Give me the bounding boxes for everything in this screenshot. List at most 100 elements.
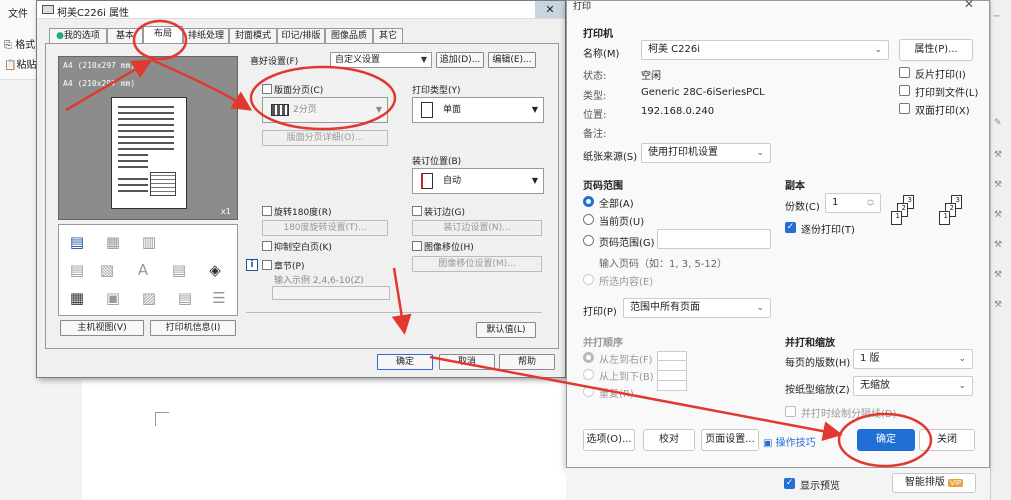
order-repeat-radio[interactable] — [583, 386, 594, 397]
note-label: 备注: — [583, 129, 607, 140]
duplex-checkbox[interactable] — [899, 103, 910, 114]
rotate-checkbox[interactable] — [262, 206, 272, 216]
tool-icon[interactable]: ⚒ — [994, 300, 1008, 310]
stepper-icon[interactable]: ︿ ﹀ — [867, 195, 874, 211]
tool-icon[interactable]: ⚒ — [994, 240, 1008, 250]
binding-settings-button[interactable]: 装订边设置(N)... — [412, 220, 542, 236]
close-icon[interactable]: ✕ — [535, 1, 565, 18]
range-pages-radio[interactable] — [583, 235, 594, 246]
layout-select[interactable]: 2分页 ▼ — [262, 97, 388, 123]
close-icon[interactable]: ✕ — [964, 0, 974, 11]
printer-info-button[interactable]: 打印机信息(I) — [150, 320, 236, 336]
properties-button[interactable]: 属性(P)... — [899, 39, 973, 61]
order-tb-radio[interactable] — [583, 369, 594, 380]
tab-layout[interactable]: 布局 — [143, 26, 183, 44]
chapter-checkbox[interactable] — [262, 260, 272, 270]
paper-source-select[interactable]: 使用打印机设置 ⌄ — [641, 143, 771, 163]
doc-send-icon[interactable]: ▤ — [65, 231, 89, 253]
text-doc-icon[interactable]: A — [131, 259, 155, 281]
image-shift-checkbox[interactable] — [412, 241, 422, 251]
copy-doc-icon[interactable]: ▥ — [137, 231, 161, 253]
doc-icon[interactable]: ▧ — [95, 259, 119, 281]
tab-stamp[interactable]: 印记/排版 — [277, 28, 325, 43]
host-view-button[interactable]: 主机视图(V) — [60, 320, 144, 336]
tool-icon[interactable]: ⚒ — [994, 180, 1008, 190]
doc-icon[interactable]: ▤ — [173, 287, 197, 309]
cancel-button[interactable]: 取消 — [439, 354, 495, 370]
stamp-icon[interactable]: ▣ — [101, 287, 125, 309]
wrench-icon[interactable]: ⚒ — [994, 150, 1008, 160]
proof-button[interactable]: 校对 — [643, 429, 695, 451]
range-selection-radio[interactable] — [583, 274, 594, 285]
options-button[interactable]: 选项(O)... — [583, 429, 635, 451]
pages-per-sheet-select[interactable]: 1 版 ⌄ — [853, 349, 973, 369]
smart-layout-button[interactable]: 智能排版 VIP — [892, 473, 976, 493]
print-close-button[interactable]: 关闭 — [919, 429, 975, 451]
tab-paper-handling[interactable]: 排纸处理 — [183, 28, 229, 43]
chevron-down-icon: ▼ — [531, 176, 538, 185]
stapled-doc-icon[interactable]: ◈ — [203, 259, 227, 281]
image-shift-settings-button[interactable]: 图像移位设置(M)... — [412, 256, 542, 272]
scale-select[interactable]: 无缩放 ⌄ — [853, 376, 973, 396]
binding-select[interactable]: 自动 ▼ — [412, 168, 544, 194]
copies-input[interactable]: 1 ︿ ﹀ — [825, 193, 881, 213]
tab-cover-mode[interactable]: 封面模式 — [229, 28, 277, 43]
chapter-input[interactable] — [272, 286, 390, 300]
page-corner-mark — [155, 412, 169, 426]
collate-checkbox[interactable]: ✓ — [785, 222, 796, 233]
default-button[interactable]: 默认值(L) — [476, 322, 536, 338]
edit-button[interactable]: 编辑(E)... — [488, 52, 536, 68]
pen-icon[interactable]: ✎ — [994, 118, 1008, 128]
ok-button[interactable]: 确定 — [377, 354, 433, 370]
add-button[interactable]: 追加(D)... — [436, 52, 484, 68]
rotate-settings-button[interactable]: 180度旋转设置(T)... — [262, 220, 388, 236]
order-lr-radio[interactable] — [583, 352, 594, 363]
tab-other[interactable]: 其它 — [373, 28, 403, 43]
layer-icon[interactable]: ▨ — [137, 287, 161, 309]
page-setup-button[interactable]: 页面设置... — [701, 429, 759, 451]
page-range-input[interactable] — [657, 229, 771, 249]
print-ok-button[interactable]: 确定 — [857, 429, 915, 451]
ribbon-format[interactable]: ⎘ 格式 — [4, 36, 35, 51]
doc-icon[interactable]: ▤ — [65, 259, 89, 281]
suppress-blank-checkbox[interactable] — [262, 241, 272, 251]
reverse-print-checkbox[interactable] — [899, 67, 910, 78]
layout-checkbox[interactable] — [262, 84, 272, 94]
doc-icon[interactable]: ▦ — [101, 231, 125, 253]
tab-image-quality[interactable]: 图像品质 — [325, 28, 373, 43]
print-to-file-checkbox[interactable] — [899, 85, 910, 96]
doc-icon[interactable]: ▤ — [167, 259, 191, 281]
favorites-select[interactable]: 自定义设置 ▼ — [330, 52, 432, 68]
menu-file[interactable]: 文件 — [8, 5, 28, 20]
ribbon-paste[interactable]: 📋粘贴 — [4, 56, 36, 71]
printer-name-select[interactable]: 柯美 C226i ⌄ — [641, 40, 889, 60]
layout-detail-button[interactable]: 版面分页详细(O)... — [262, 130, 388, 146]
draw-separator-checkbox[interactable] — [785, 406, 796, 417]
page-range-hint: 输入页码（如：1, 3, 5-12） — [599, 259, 728, 270]
range-all-radio[interactable] — [583, 196, 594, 207]
paste-icon: 📋 — [4, 60, 17, 71]
minus-icon[interactable]: ─ — [994, 12, 1008, 22]
preview-scale: x1 — [221, 207, 231, 216]
info-icon: i — [246, 259, 258, 271]
stack-icon[interactable]: ☰ — [207, 287, 231, 309]
tool-icon[interactable]: ⚒ — [994, 270, 1008, 280]
document-page[interactable] — [82, 380, 572, 500]
print-type-select[interactable]: 单面 ▼ — [412, 97, 544, 123]
duplex-label: 双面打印(X) — [915, 106, 970, 117]
help-button[interactable]: 帮助 — [499, 354, 555, 370]
doc-icon[interactable]: ▦ — [65, 287, 89, 309]
show-preview-checkbox[interactable]: ✓ — [784, 478, 795, 489]
order-tb-label: 从上到下(B) — [599, 372, 654, 383]
format-icon: ⎘ — [4, 40, 12, 51]
tips-link[interactable]: ▣ 操作技巧 — [763, 434, 816, 449]
tab-my-options[interactable]: ●我的选项 — [49, 28, 107, 43]
print-to-file-label: 打印到文件(L) — [915, 88, 979, 99]
chevron-down-icon: ⌄ — [756, 303, 764, 313]
tool-icon[interactable]: ⚒ — [994, 210, 1008, 220]
user-icon: ● — [56, 31, 64, 41]
range-current-radio[interactable] — [583, 214, 594, 225]
tab-basic[interactable]: 基本 — [107, 28, 143, 43]
print-pages-select[interactable]: 范围中所有页面 ⌄ — [623, 298, 771, 318]
binding-margin-checkbox[interactable] — [412, 206, 422, 216]
